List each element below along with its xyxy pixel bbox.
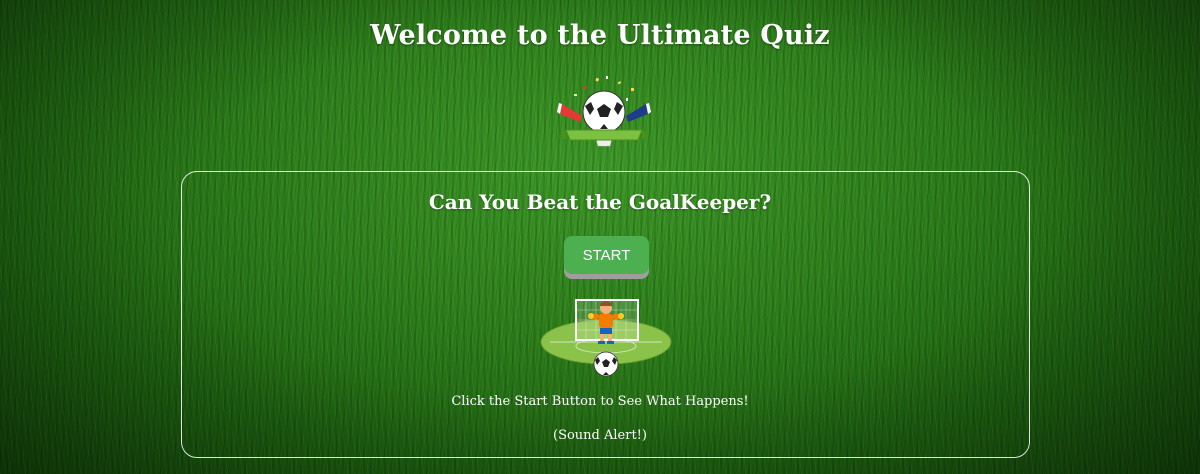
card-heading: Can You Beat the GoalKeeper? bbox=[428, 190, 772, 214]
goalkeeper-icon bbox=[540, 299, 672, 377]
soccer-trophy-logo-icon bbox=[557, 76, 651, 147]
sound-alert-text: (Sound Alert!) bbox=[553, 428, 647, 443]
instruction-text: Click the Start Button to See What Happe… bbox=[451, 394, 749, 409]
page-title: Welcome to the Ultimate Quiz bbox=[370, 20, 830, 51]
start-button[interactable]: START bbox=[564, 236, 649, 274]
quiz-page: { "header": { "title": "Welcome to the U… bbox=[0, 0, 1200, 474]
